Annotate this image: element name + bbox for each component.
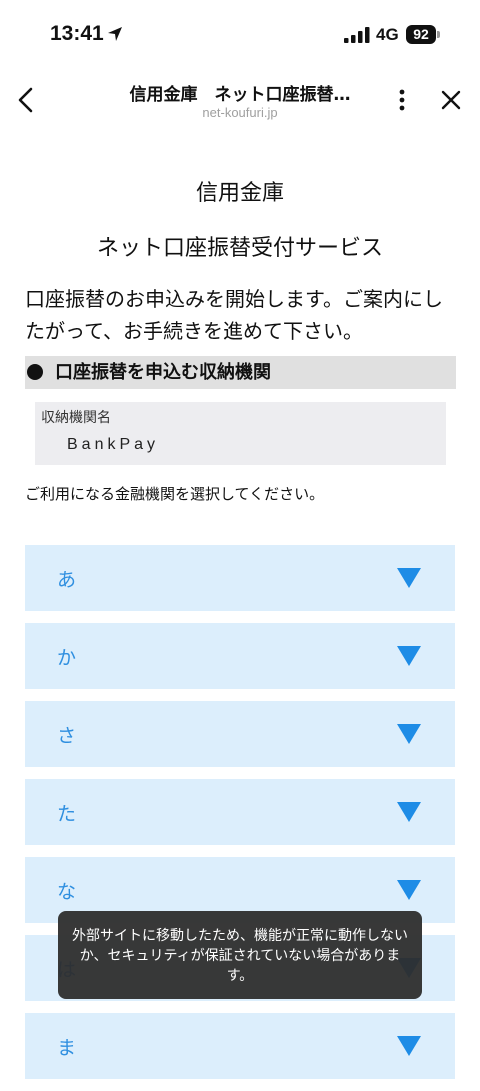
- kana-label: た: [57, 803, 77, 825]
- institution-value: BankPay: [67, 436, 160, 453]
- service-title: ネット口座振替受付サービス: [96, 236, 383, 261]
- bullet-icon: [27, 364, 43, 380]
- close-icon[interactable]: [438, 86, 464, 114]
- section-heading: 口座振替を申込む収納機関: [25, 356, 456, 389]
- more-options-icon[interactable]: [390, 86, 414, 114]
- intro-text: 口座振替のお申込みを開始します。ご案内にしたがって、お手続きを進めて下さい。: [25, 287, 443, 343]
- kana-row-ka[interactable]: か: [25, 623, 455, 689]
- status-bar: 13:41 4G 92: [0, 0, 480, 70]
- browser-nav-bar: 信用金庫 ネット口座振替… net-koufuri.jp: [0, 70, 480, 130]
- back-chevron-icon[interactable]: [14, 86, 38, 114]
- expand-triangle-icon: [397, 568, 421, 588]
- page-domain: net-koufuri.jp: [202, 105, 278, 120]
- cellular-signal-icon: [344, 27, 370, 43]
- kana-label: ま: [57, 1037, 77, 1059]
- kana-row-ma[interactable]: ま: [25, 1013, 455, 1079]
- battery-icon: [437, 31, 440, 38]
- status-time: 13:41: [50, 22, 104, 45]
- battery-level: 92: [406, 25, 436, 44]
- location-arrow-icon: [108, 27, 122, 41]
- expand-triangle-icon: [397, 1036, 421, 1056]
- network-type: 4G: [376, 25, 399, 44]
- kana-group-list: あ か さ た な は ま: [25, 545, 455, 1091]
- organization-name: 信用金庫: [195, 181, 284, 206]
- expand-triangle-icon: [397, 724, 421, 744]
- kana-row-ta[interactable]: た: [25, 779, 455, 845]
- kana-row-sa[interactable]: さ: [25, 701, 455, 767]
- kana-label: か: [57, 647, 77, 669]
- institution-box: 収納機関名 BankPay: [35, 402, 446, 465]
- kana-row-a[interactable]: あ: [25, 545, 455, 611]
- kana-label: な: [57, 881, 77, 903]
- section-heading-text: 口座振替を申込む収納機関: [55, 362, 271, 383]
- expand-triangle-icon: [397, 802, 421, 822]
- choose-bank-prompt: ご利用になる金融機関を選択してください。: [25, 485, 325, 503]
- institution-label: 収納機関名: [41, 410, 111, 426]
- kana-label: さ: [57, 725, 77, 747]
- expand-triangle-icon: [397, 646, 421, 666]
- page-title: 信用金庫 ネット口座振替…: [129, 85, 351, 105]
- expand-triangle-icon: [397, 880, 421, 900]
- kana-label: あ: [57, 569, 77, 591]
- external-site-toast: 外部サイトに移動したため、機能が正常に動作しないか、セキュリティが保証されていな…: [58, 911, 422, 999]
